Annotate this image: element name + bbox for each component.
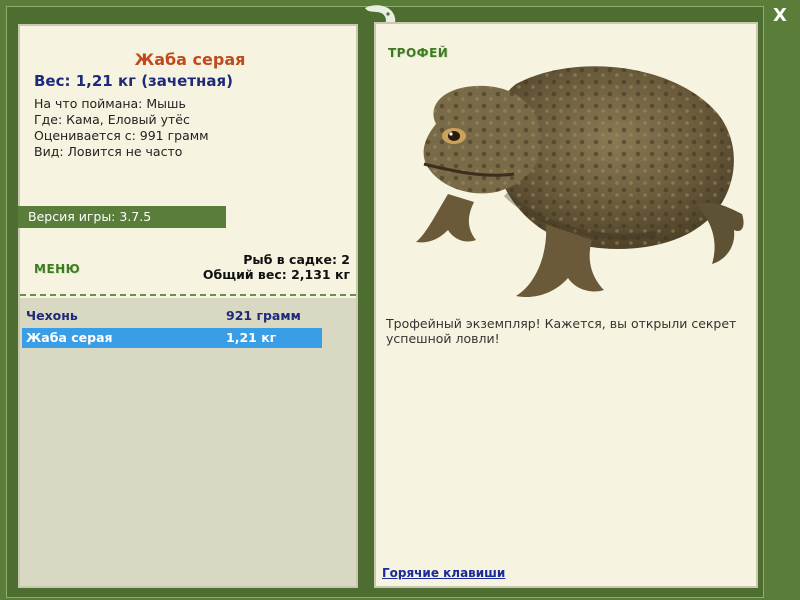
list-item-weight: 921 грамм xyxy=(226,308,301,323)
location-info: Где: Кама, Еловый утёс xyxy=(34,112,190,127)
menu-button[interactable]: МЕНЮ xyxy=(34,262,80,276)
fish-count: Рыб в садке: 2 xyxy=(243,252,350,267)
keepnet-stats: Рыб в садке: 2 Общий вес: 2,131 кг xyxy=(203,252,350,282)
catch-info-panel: Жаба серая Вес: 1,21 кг (зачетная) На чт… xyxy=(18,24,358,588)
keepnet-list: Чехонь 921 грамм Жаба серая 1,21 кг xyxy=(20,298,356,586)
rarity-info: Вид: Ловится не часто xyxy=(34,144,183,159)
toad-image xyxy=(416,66,744,298)
catch-details: На что поймана: Мышь Где: Кама, Еловый у… xyxy=(34,96,209,160)
trophy-message: Трофейный экземпляр! Кажется, вы открыли… xyxy=(386,316,737,346)
fish-weight: Вес: 1,21 кг (зачетная) xyxy=(34,72,234,90)
bait-info: На что поймана: Мышь xyxy=(34,96,186,111)
fish-name: Жаба серая xyxy=(134,50,246,69)
list-item-weight: 1,21 кг xyxy=(226,330,277,345)
close-icon: X xyxy=(773,5,787,26)
divider xyxy=(20,294,356,296)
version-bar: Версия игры: 3.7.5 xyxy=(18,206,226,228)
trophy-panel: ТРОФЕЙ Трофейный экземпляр! Кажется, вы … xyxy=(374,22,758,588)
threshold-info: Оценивается с: 991 грамм xyxy=(34,128,209,143)
hotkeys-link[interactable]: Горячие клавиши xyxy=(382,566,505,580)
list-item-name: Жаба серая xyxy=(26,330,113,345)
close-button[interactable]: X xyxy=(770,6,790,26)
list-item-name: Чехонь xyxy=(26,308,78,323)
list-item[interactable]: Чехонь 921 грамм xyxy=(22,306,322,326)
list-item-selected[interactable]: Жаба серая 1,21 кг xyxy=(22,328,322,348)
total-weight: Общий вес: 2,131 кг xyxy=(202,267,350,282)
